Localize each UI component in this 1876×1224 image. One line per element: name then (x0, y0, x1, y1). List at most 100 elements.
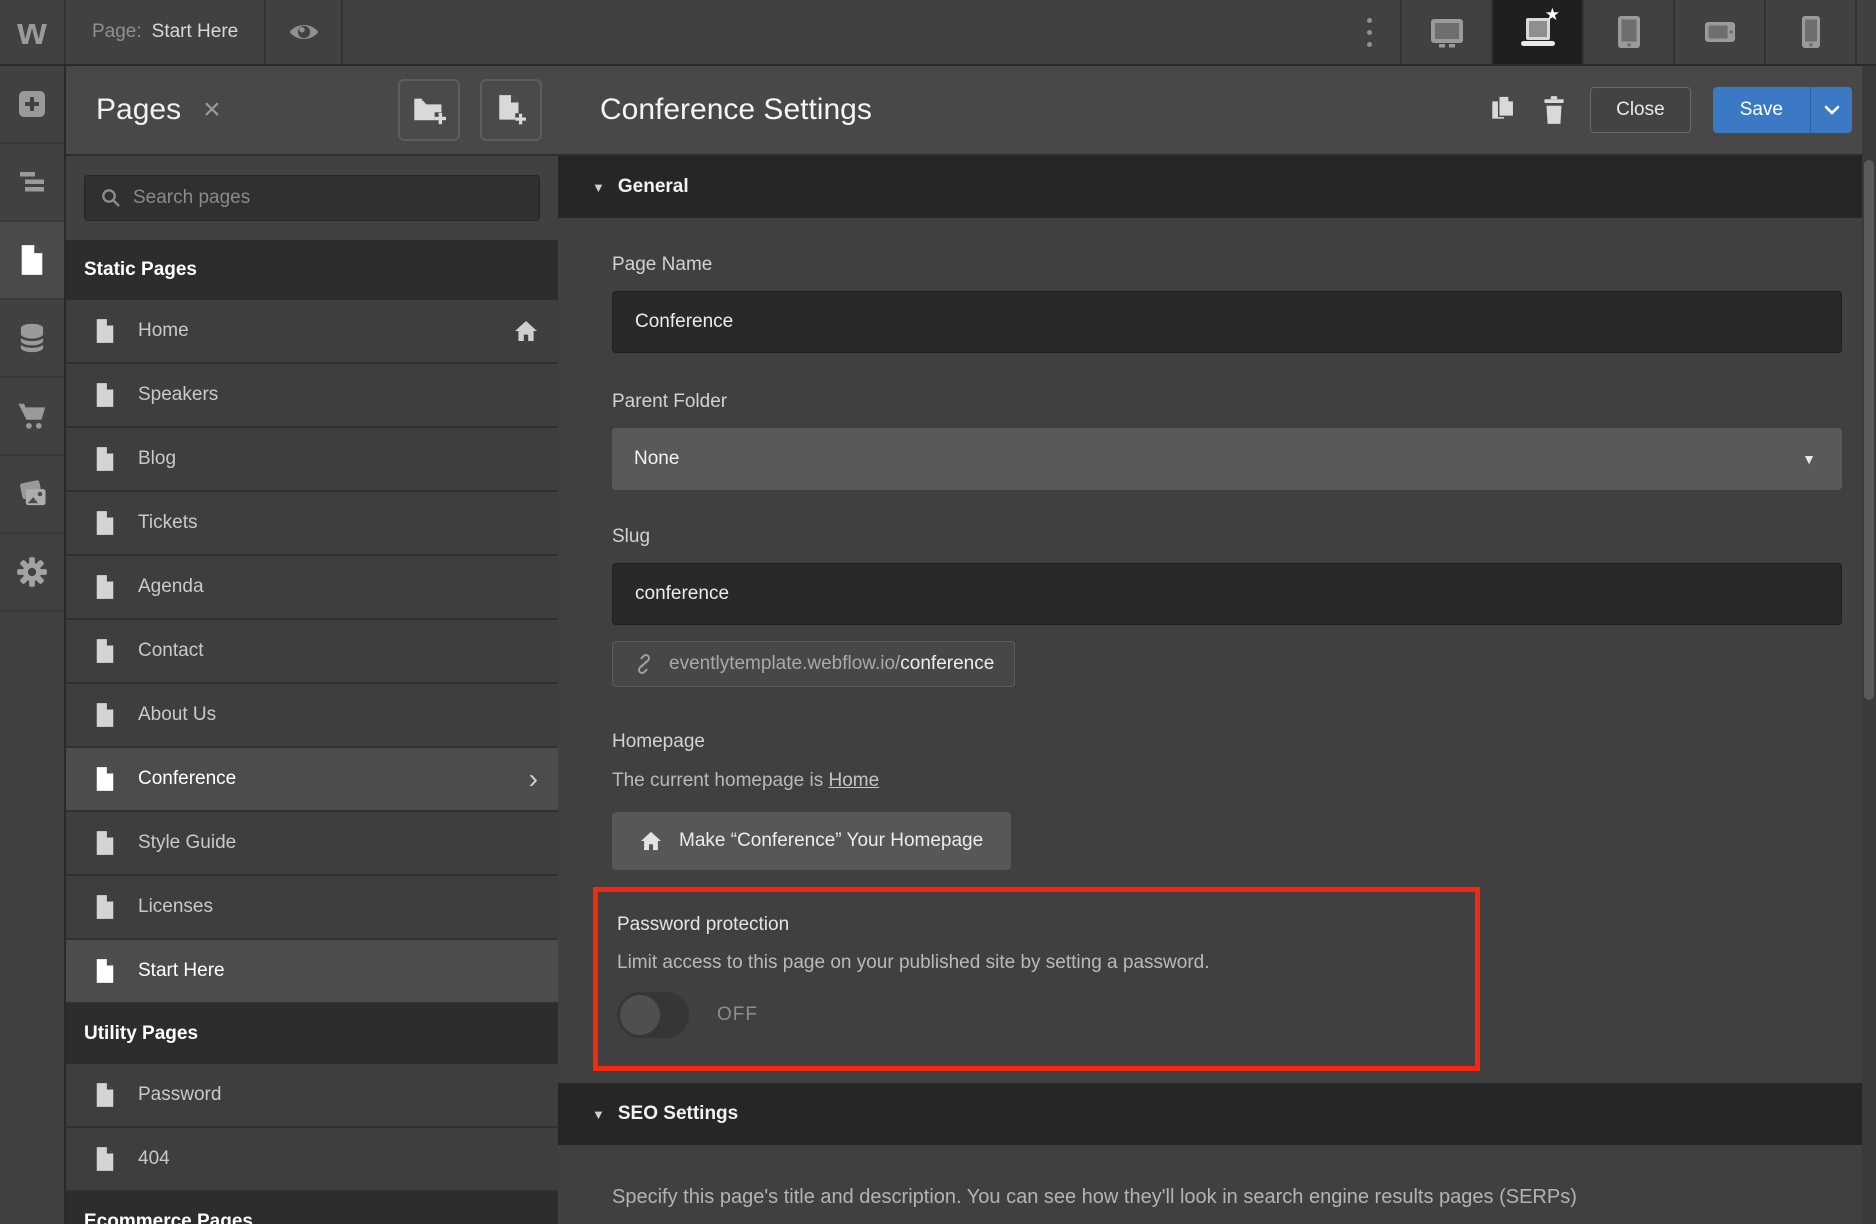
pages-button[interactable] (0, 222, 64, 300)
toggle-state-label: OFF (717, 1004, 758, 1025)
page-row[interactable]: Contact (66, 620, 558, 684)
cms-button[interactable] (0, 300, 64, 378)
make-homepage-button[interactable]: Make “Conference” Your Homepage (612, 812, 1012, 870)
page-row-label: Style Guide (138, 832, 237, 853)
add-panel-icon (19, 91, 45, 117)
page-row[interactable]: Conference › (66, 748, 558, 812)
page-row[interactable]: Tickets (66, 492, 558, 556)
settings-button[interactable] (0, 534, 64, 612)
close-icon[interactable]: × (203, 93, 221, 127)
pages-section-header: Static Pages (66, 240, 558, 300)
mobile-portrait-icon (1801, 16, 1820, 48)
page-file-icon (96, 1083, 114, 1107)
breakpoint-laptop-button[interactable]: ★ (1491, 0, 1582, 64)
page-row-label: Tickets (138, 512, 198, 533)
page-row[interactable]: Licenses (66, 876, 558, 940)
page-row[interactable]: Start Here (66, 940, 558, 1004)
assets-button[interactable] (0, 456, 64, 534)
breakpoint-mobile-portrait-button[interactable] (1764, 0, 1855, 64)
pages-panel-title: Pages (96, 93, 182, 126)
page-file-icon (96, 767, 114, 791)
page-row[interactable]: Style Guide (66, 812, 558, 876)
close-button[interactable]: Close (1590, 87, 1691, 133)
folder-add-icon (414, 98, 446, 125)
search-input[interactable] (84, 175, 540, 221)
cart-icon (18, 403, 46, 429)
navigator-button[interactable] (0, 144, 64, 222)
add-elements-button[interactable] (0, 66, 64, 144)
parent-folder-value: None (634, 448, 680, 469)
webflow-logo-letter: w (17, 10, 47, 53)
parent-folder-label: Parent Folder (612, 391, 728, 412)
page-row-label: Home (138, 320, 189, 341)
dropdown-arrow-icon: ▼ (1802, 451, 1816, 467)
tablet-icon (1617, 16, 1640, 48)
page-row[interactable]: 404 (66, 1128, 558, 1192)
pages-list: Static Pages Home Speakers Blog Tickets … (66, 240, 558, 1224)
page-row-label: Licenses (138, 896, 213, 917)
star-icon: ★ (1544, 5, 1560, 24)
slug-label: Slug (612, 526, 651, 547)
seo-section-header[interactable]: ▼ SEO Settings (558, 1083, 1876, 1145)
breakpoint-mobile-landscape-button[interactable] (1673, 0, 1764, 64)
slug-field[interactable] (612, 563, 1842, 625)
scrollbar[interactable] (1862, 66, 1876, 1224)
pages-panel-header: Pages × (66, 66, 558, 156)
pages-panel: Pages × Search pages Static Pages Home S… (66, 66, 558, 1224)
url-slug: conference (900, 653, 995, 674)
page-row[interactable]: Home (66, 300, 558, 364)
page-url-chip[interactable]: eventlytemplate.webflow.io/conference (612, 641, 1016, 687)
page-file-icon (96, 831, 114, 855)
general-section-content: Page Name Parent Folder None ▼ Slug even… (558, 254, 1876, 1071)
more-menu-button[interactable] (1338, 0, 1400, 64)
left-toolbar (0, 66, 66, 1224)
chevron-down-icon (1824, 105, 1839, 115)
save-button[interactable]: Save (1712, 87, 1810, 133)
page-file-icon (96, 447, 114, 471)
duplicate-icon[interactable] (1490, 95, 1516, 125)
breakpoint-tablet-button[interactable] (1582, 0, 1673, 64)
pages-search (66, 156, 558, 240)
page-row-label: 404 (138, 1148, 170, 1169)
page-row-label: Agenda (138, 576, 204, 597)
seo-section-content: Specify this page's title and descriptio… (558, 1145, 1876, 1211)
page-label: Page: (92, 21, 142, 42)
page-file-icon (96, 703, 114, 727)
page-row-label: Conference (138, 768, 237, 789)
password-toggle[interactable] (617, 992, 689, 1038)
webflow-logo[interactable]: w (0, 0, 66, 64)
preview-button[interactable] (266, 0, 344, 64)
page-row[interactable]: Blog (66, 428, 558, 492)
scrollbar-thumb[interactable] (1864, 160, 1874, 700)
page-file-icon (96, 639, 114, 663)
save-options-button[interactable] (1810, 87, 1852, 133)
page-file-icon (96, 319, 114, 343)
pages-section-header: Utility Pages (66, 1004, 558, 1064)
current-page-indicator[interactable]: Page: Start Here (66, 0, 267, 64)
caret-down-icon: ▼ (592, 1106, 605, 1122)
page-row[interactable]: About Us (66, 684, 558, 748)
ecommerce-button[interactable] (0, 378, 64, 456)
page-name-field[interactable] (612, 291, 1842, 353)
cms-icon (19, 323, 45, 353)
settings-header: Conference Settings Close Save (558, 66, 1876, 156)
parent-folder-select[interactable]: None ▼ (612, 428, 1842, 490)
new-page-button[interactable] (480, 79, 542, 141)
search-icon (102, 189, 120, 207)
menu-dots-icon (1366, 17, 1372, 23)
breakpoint-desktop-button[interactable] (1400, 0, 1491, 64)
general-section-header[interactable]: ▼ General (558, 156, 1876, 218)
settings-title: Conference Settings (600, 93, 872, 126)
page-row-label: About Us (138, 704, 217, 725)
page-file-icon (96, 575, 114, 599)
trash-icon[interactable] (1542, 95, 1566, 125)
homepage-link[interactable]: Home (829, 770, 880, 791)
page-row[interactable]: Agenda (66, 556, 558, 620)
page-row[interactable]: Speakers (66, 364, 558, 428)
toggle-knob (620, 995, 660, 1035)
chevron-right-icon: › (528, 763, 538, 794)
page-name: Start Here (151, 21, 239, 42)
new-folder-button[interactable] (398, 79, 460, 141)
page-row[interactable]: Password (66, 1064, 558, 1128)
